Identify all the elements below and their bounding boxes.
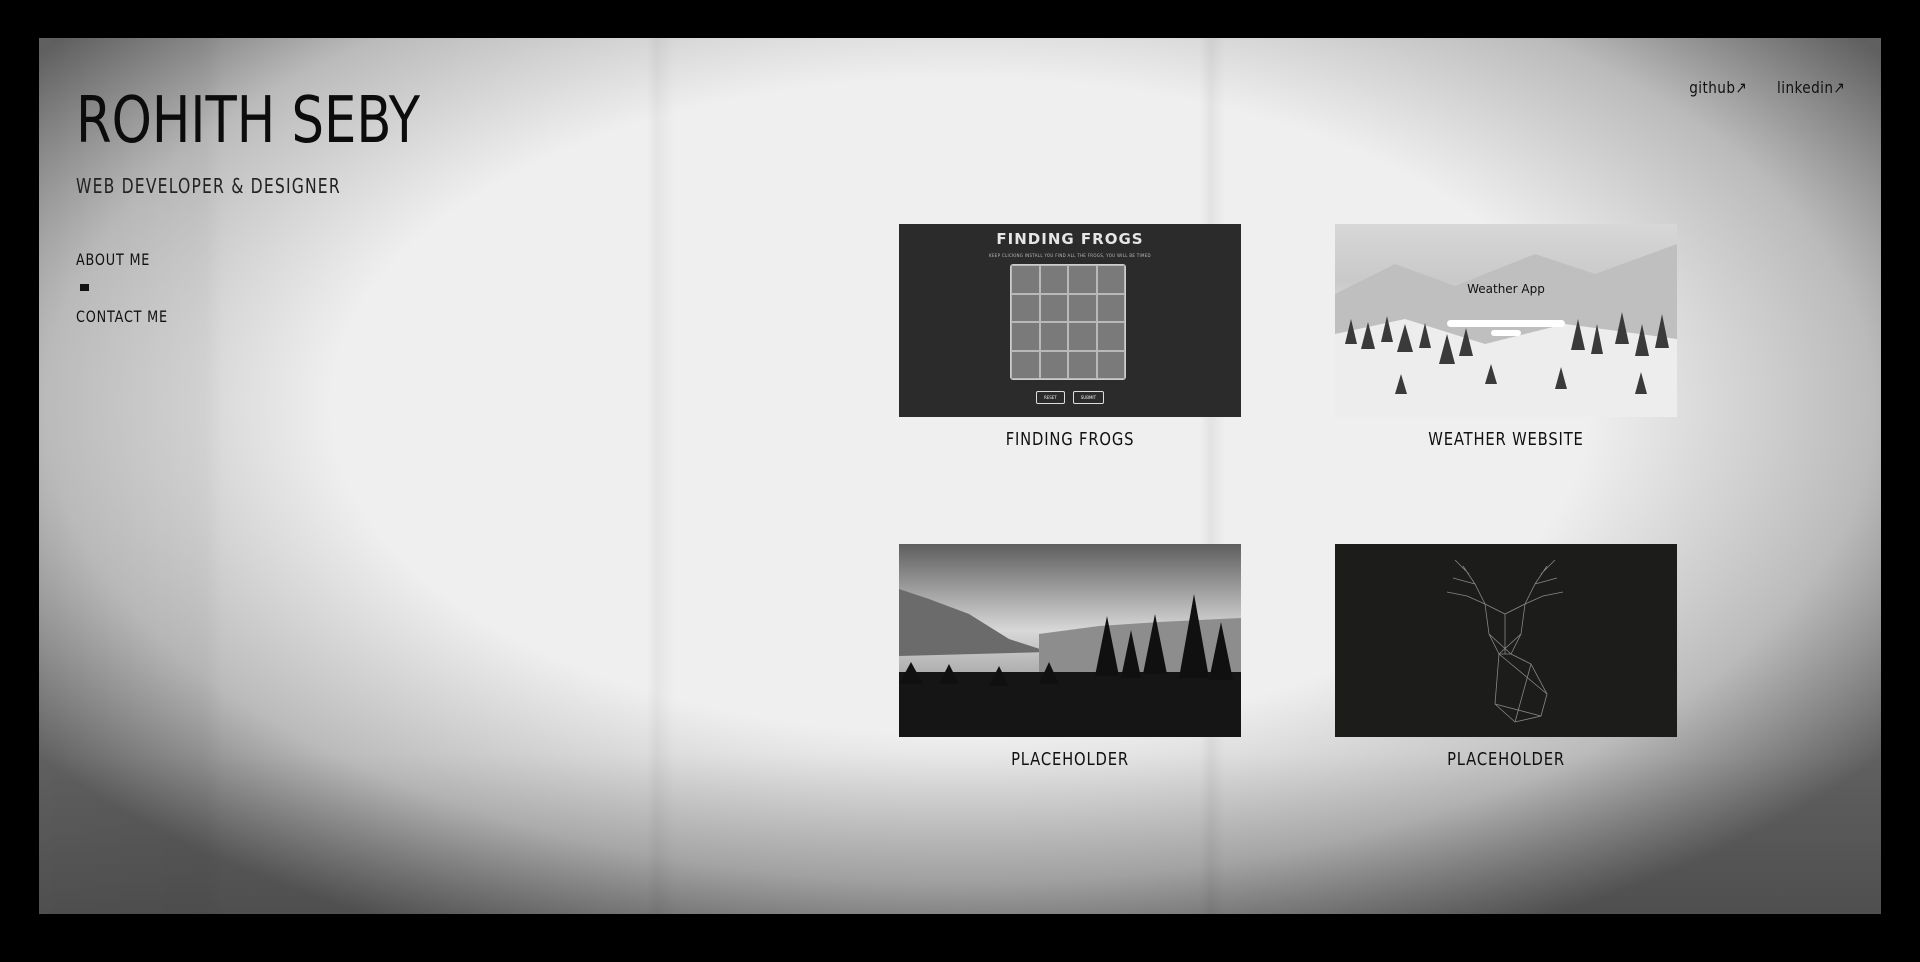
project-label[interactable]: WEATHER WEBSITE	[1366, 429, 1646, 450]
project-thumbnail[interactable]	[899, 544, 1241, 737]
thumbnail-game-grid	[1010, 264, 1126, 380]
project-card-placeholder-1[interactable]: PLACEHOLDER	[899, 544, 1241, 770]
project-card-finding-frogs[interactable]: FINDING FROGS KEEP CLICKING INSTALL YOU …	[899, 224, 1241, 450]
deer-wireframe-image	[1446, 559, 1564, 723]
main-nav: ABOUT ME CONTACT ME	[76, 250, 191, 326]
project-card-placeholder-2[interactable]: PLACEHOLDER	[1335, 544, 1677, 770]
github-link[interactable]: github↗	[1689, 78, 1747, 97]
site-tagline: WEB DEVELOPER & DESIGNER	[76, 174, 341, 198]
nav-about-me[interactable]: ABOUT ME	[76, 250, 168, 269]
thumbnail-title: FINDING FROGS	[996, 230, 1144, 248]
thumbnail-search-button	[1491, 330, 1521, 336]
forest-mountain-image	[899, 544, 1241, 737]
nav-separator-square	[80, 284, 89, 291]
project-thumbnail[interactable]: Weather App	[1335, 224, 1677, 417]
nav-contact-me[interactable]: CONTACT ME	[76, 307, 168, 326]
thumbnail-subtitle: KEEP CLICKING INSTALL YOU FIND ALL THE F…	[989, 253, 1151, 258]
site-title: ROHITH SEBY	[76, 84, 420, 158]
project-card-weather-website[interactable]: Weather App WEATHER WEBSITE	[1335, 224, 1677, 450]
thumbnail-search-bar	[1447, 320, 1565, 327]
project-label[interactable]: FINDING FROGS	[930, 429, 1210, 450]
linkedin-link[interactable]: linkedin↗	[1777, 78, 1845, 97]
project-label[interactable]: PLACEHOLDER	[1366, 749, 1646, 770]
thumbnail-title: Weather App	[1467, 282, 1545, 296]
project-thumbnail[interactable]: FINDING FROGS KEEP CLICKING INSTALL YOU …	[899, 224, 1241, 417]
thumbnail-submit-button: SUBMIT	[1072, 391, 1105, 404]
bottom-vignette	[39, 754, 1881, 914]
social-links: github↗ linkedin↗	[1679, 78, 1845, 97]
page-frame: ROHITH SEBY WEB DEVELOPER & DESIGNER ABO…	[39, 38, 1881, 914]
thumbnail-buttons: RESET SUBMIT	[899, 391, 1241, 404]
project-thumbnail[interactable]	[1335, 544, 1677, 737]
thumbnail-reset-button: RESET	[1035, 391, 1065, 404]
project-label[interactable]: PLACEHOLDER	[930, 749, 1210, 770]
